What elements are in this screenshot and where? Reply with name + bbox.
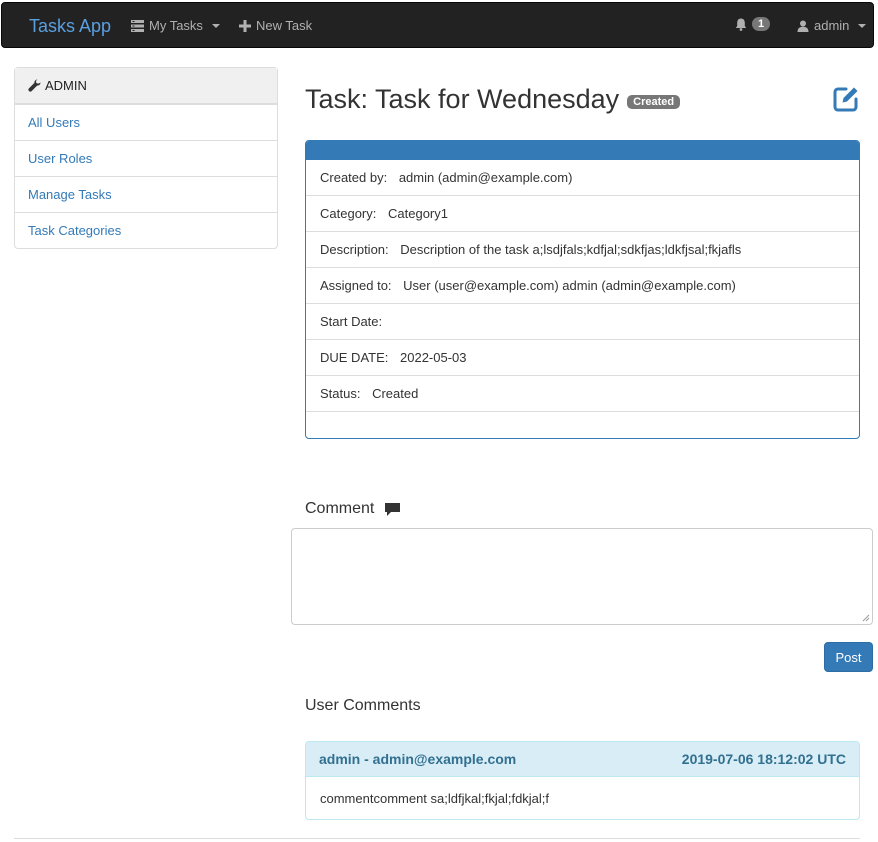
- created-by-label: Created by:: [320, 170, 388, 185]
- task-title: Task: Task for Wednesday: [305, 84, 620, 114]
- category-value: Category1: [388, 206, 448, 221]
- detail-row-empty: [306, 412, 859, 438]
- resize-grip-icon[interactable]: [862, 614, 870, 622]
- comment-card: admin - admin@example.com 2019-07-06 18:…: [305, 741, 860, 820]
- detail-row-status: Status: Created: [306, 376, 859, 412]
- sidebar-item-user-roles[interactable]: User Roles: [15, 140, 277, 176]
- my-tasks-label: My Tasks: [149, 18, 203, 33]
- task-details-panel: Created by: admin (admin@example.com) Ca…: [305, 140, 860, 439]
- my-tasks-dropdown[interactable]: My Tasks: [131, 18, 220, 33]
- detail-row-description: Description: Description of the task a;l…: [306, 232, 859, 268]
- brand-link[interactable]: Tasks App: [29, 16, 111, 37]
- sidebar-header-label: ADMIN: [45, 78, 87, 93]
- due-date-value: 2022-05-03: [400, 350, 467, 365]
- post-comment-button[interactable]: Post: [824, 642, 873, 672]
- wrench-icon: [28, 79, 41, 92]
- plus-icon: [239, 19, 251, 32]
- tasks-icon: [131, 19, 144, 32]
- new-task-link[interactable]: New Task: [239, 18, 312, 33]
- sidebar-item-all-users[interactable]: All Users: [15, 104, 277, 140]
- created-by-value: admin (admin@example.com): [398, 170, 573, 185]
- edit-icon[interactable]: [832, 85, 860, 113]
- notification-count-badge: 1: [752, 17, 771, 31]
- page-title: Task: Task for Wednesday Created: [305, 84, 681, 115]
- detail-row-assigned: Assigned to: User (user@example.com) adm…: [306, 268, 859, 304]
- notifications-button[interactable]: 1: [735, 17, 771, 31]
- due-date-label: DUE DATE:: [320, 350, 389, 365]
- sidebar-item-task-categories[interactable]: Task Categories: [15, 212, 277, 248]
- chevron-down-icon: [858, 23, 867, 28]
- sidebar-item-manage-tasks[interactable]: Manage Tasks: [15, 176, 277, 212]
- comment-author: admin - admin@example.com: [319, 751, 517, 767]
- detail-row-start-date: Start Date:: [306, 304, 859, 340]
- detail-row-due-date: DUE DATE: 2022-05-03: [306, 340, 859, 376]
- description-label: Description:: [320, 242, 389, 257]
- comment-card-header: admin - admin@example.com 2019-07-06 18:…: [306, 742, 859, 777]
- status-label: Status:: [320, 386, 361, 401]
- comment-timestamp: 2019-07-06 18:12:02 UTC: [681, 751, 846, 767]
- new-task-label: New Task: [256, 18, 313, 33]
- status-value: Created: [372, 386, 419, 401]
- sidebar-header: ADMIN: [15, 68, 277, 104]
- user-menu-label: admin: [814, 18, 850, 33]
- user-comments-heading: User Comments: [305, 697, 421, 714]
- description-value: Description of the task a;lsdjfals;kdfja…: [400, 242, 742, 257]
- footer-divider: [14, 838, 860, 842]
- detail-row-created-by: Created by: admin (admin@example.com): [306, 160, 859, 196]
- chevron-down-icon: [211, 23, 220, 28]
- comment-heading-label: Comment: [305, 500, 375, 517]
- assigned-label: Assigned to:: [320, 278, 392, 293]
- comment-text: commentcomment sa;ldfjkal;fkjal;fdkjal;f: [320, 791, 550, 806]
- category-label: Category:: [320, 206, 377, 221]
- user-menu-dropdown[interactable]: admin: [797, 18, 867, 33]
- admin-sidebar: ADMIN All Users User Roles Manage Tasks …: [14, 67, 278, 249]
- start-date-label: Start Date:: [320, 314, 383, 329]
- detail-row-category: Category: Category1: [306, 196, 859, 232]
- status-badge: Created: [627, 94, 681, 109]
- top-navbar: Tasks App My Tasks New Task 1 admin: [1, 2, 874, 48]
- bell-icon: [735, 18, 747, 31]
- comment-heading: Comment: [305, 500, 401, 518]
- comment-icon: [385, 502, 401, 516]
- comment-textarea[interactable]: [291, 528, 873, 625]
- user-icon: [797, 20, 809, 32]
- assigned-value: User (user@example.com) admin (admin@exa…: [403, 278, 736, 293]
- panel-header: [306, 141, 859, 160]
